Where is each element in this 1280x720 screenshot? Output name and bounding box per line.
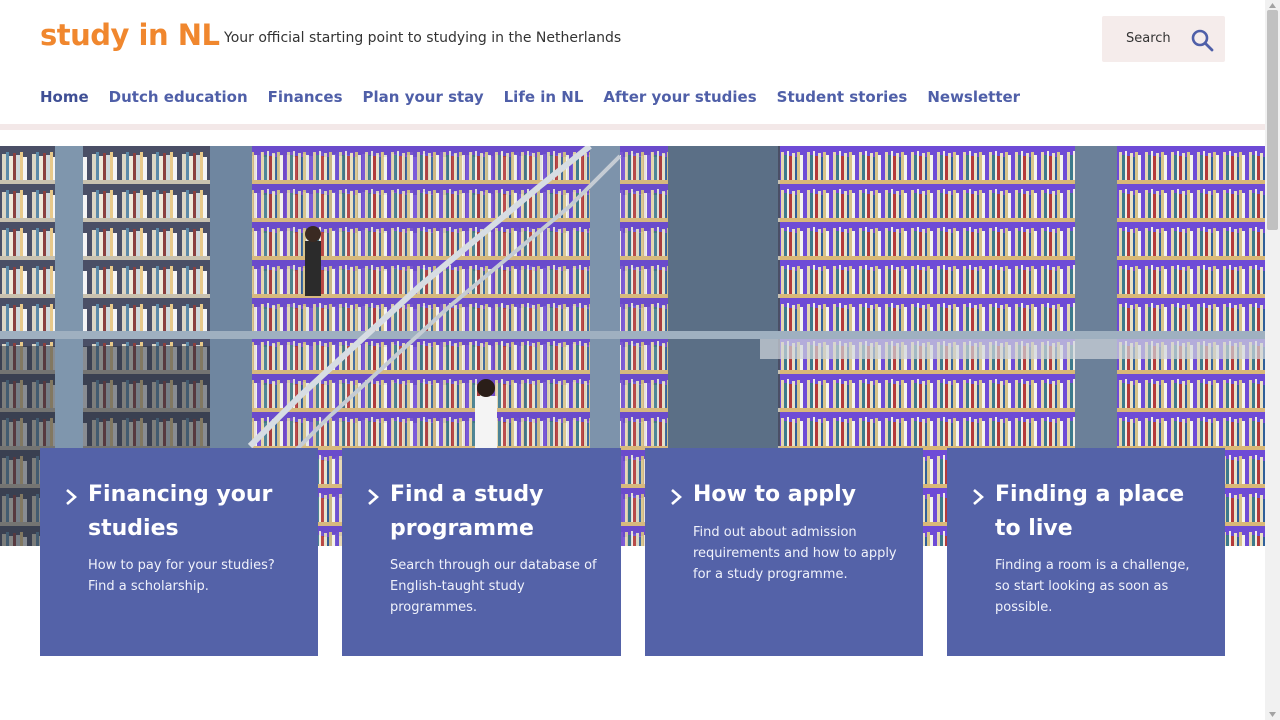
chevron-right-icon <box>368 489 379 505</box>
card-title: Find a study programme <box>390 482 544 541</box>
chevron-right-icon <box>671 489 682 505</box>
card-description: How to pay for your studies? Find a scho… <box>88 558 275 594</box>
site-logo[interactable]: study in NL <box>40 18 220 52</box>
card-description: Search through our database of English-t… <box>390 558 597 615</box>
card-title: Financing your studies <box>88 482 273 541</box>
card-title: How to apply <box>693 482 857 507</box>
scrollbar-thumb[interactable] <box>1267 10 1278 230</box>
nav-divider <box>0 124 1265 130</box>
search-icon <box>1191 29 1214 52</box>
vertical-scrollbar[interactable] <box>1265 0 1280 720</box>
scroll-down-arrow-icon[interactable] <box>1268 711 1277 718</box>
scroll-up-arrow-icon[interactable] <box>1268 2 1277 9</box>
card-title: Finding a place to live <box>995 482 1185 541</box>
card-how-to-apply[interactable]: How to apply Find out about admission re… <box>645 448 923 656</box>
site-tagline: Your official starting point to studying… <box>224 30 622 46</box>
card-find-a-study-programme[interactable]: Find a study programme Search through ou… <box>342 448 621 656</box>
card-financing-your-studies[interactable]: Financing your studies How to pay for yo… <box>40 448 318 656</box>
card-description: Find out about admission requirements an… <box>693 525 897 582</box>
card-finding-a-place-to-live[interactable]: Finding a place to live Finding a room i… <box>947 448 1225 656</box>
card-description: Finding a room is a challenge, so start … <box>995 558 1190 615</box>
chevron-right-icon <box>66 489 77 505</box>
search-button[interactable]: Search <box>1102 16 1225 62</box>
page: study in NL Your official starting point… <box>0 0 1265 720</box>
search-label: Search <box>1126 31 1171 46</box>
chevron-right-icon <box>973 489 984 505</box>
